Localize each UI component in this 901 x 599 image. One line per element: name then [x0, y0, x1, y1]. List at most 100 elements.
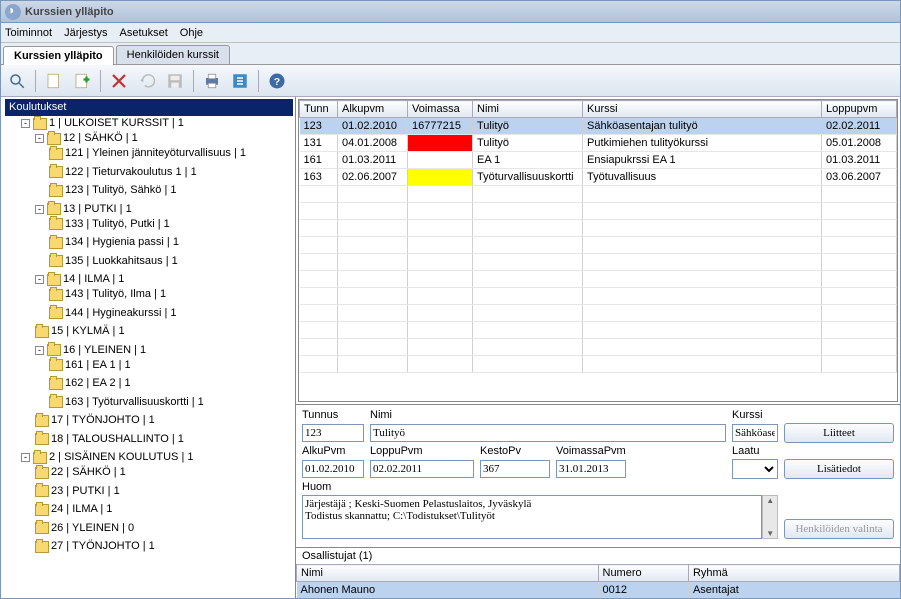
tree-item[interactable]: - 13 | PUTKI | 1	[33, 202, 134, 217]
menu-jarjestys[interactable]: Järjestys	[64, 27, 107, 39]
tree-item[interactable]: 15 | KYLMÄ | 1	[33, 324, 127, 339]
tree-item[interactable]: 143 | Tulityö, Ilma | 1	[47, 287, 168, 302]
expander-icon[interactable]: -	[35, 205, 44, 214]
help-icon[interactable]: ?	[265, 69, 289, 93]
textarea-scrollbar[interactable]: ▲▼	[762, 495, 778, 539]
folder-icon	[49, 148, 63, 160]
save-icon[interactable]	[163, 69, 187, 93]
tree-view[interactable]: Koulutukset -1 | ULKOISET KURSSIT | 1-12…	[1, 97, 296, 598]
grid-col-kurssi[interactable]: Kurssi	[583, 101, 822, 118]
grid-col-loppupvm[interactable]: Loppupvm	[822, 101, 897, 118]
table-row[interactable]	[300, 288, 897, 305]
input-loppu[interactable]	[370, 460, 474, 478]
print-icon[interactable]	[200, 69, 224, 93]
expander-icon[interactable]: -	[35, 275, 44, 284]
grid-col-alkupvm[interactable]: Alkupvm	[338, 101, 408, 118]
tree-item[interactable]: 161 | EA 1 | 1	[47, 358, 133, 373]
part-col-nimi[interactable]: Nimi	[297, 565, 599, 582]
course-grid[interactable]: TunnAlkupvmVoimassaNimiKurssiLoppupvm 12…	[298, 99, 898, 402]
table-row[interactable]: 16302.06.2007TyöturvallisuuskorttiTyötuv…	[300, 169, 897, 186]
grid-col-tunn[interactable]: Tunn	[300, 101, 338, 118]
tree-item-label: 12 | SÄHKÖ | 1	[63, 131, 138, 146]
tree-item[interactable]: 26 | YLEINEN | 0	[33, 521, 136, 536]
tree-item-label: 133 | Tulityö, Putki | 1	[65, 217, 170, 232]
tab-kurssien-yllapito[interactable]: Kurssien ylläpito	[3, 46, 114, 65]
tree-item[interactable]: -14 | ILMA | 1	[33, 272, 126, 287]
tree-item[interactable]: 18 | TALOUSHALLINTO | 1	[33, 432, 186, 447]
grid-col-nimi[interactable]: Nimi	[473, 101, 583, 118]
table-row[interactable]	[300, 305, 897, 322]
search-icon[interactable]	[5, 69, 29, 93]
table-row[interactable]	[300, 237, 897, 254]
tree-item-label: 162 | EA 2 | 1	[65, 376, 131, 391]
table-row[interactable]	[300, 186, 897, 203]
tree-item[interactable]: - 12 | SÄHKÖ | 1	[33, 131, 140, 146]
grid-col-voimassa[interactable]: Voimassa	[408, 101, 473, 118]
tree-item[interactable]: 22 | SÄHKÖ | 1	[33, 465, 128, 480]
menu-toiminnot[interactable]: Toiminnot	[5, 27, 52, 39]
tree-item-label: 26 | YLEINEN | 0	[51, 521, 134, 536]
tree-item[interactable]: 121 | Yleinen jänniteyöturvallisuus | 1	[47, 146, 248, 161]
tree-item-label: 13 | PUTKI | 1	[63, 202, 132, 217]
table-row[interactable]	[300, 271, 897, 288]
tree-item[interactable]: 162 | EA 2 | 1	[47, 376, 133, 391]
tree-item[interactable]: 123 | Tulityö, Sähkö | 1	[47, 183, 179, 198]
input-tunnus[interactable]	[302, 424, 364, 442]
tab-strip: Kurssien ylläpito Henkilöiden kurssit	[1, 43, 900, 65]
tree-item[interactable]: -1 | ULKOISET KURSSIT | 1	[19, 116, 186, 131]
input-alku[interactable]	[302, 460, 364, 478]
label-kurssi: Kurssi	[732, 409, 778, 421]
tree-item[interactable]: 24 | ILMA | 1	[33, 502, 114, 517]
input-kesto[interactable]	[480, 460, 550, 478]
tree-item[interactable]: 23 | PUTKI | 1	[33, 484, 122, 499]
tree-item-label: 134 | Hygienia passi | 1	[65, 235, 179, 250]
textarea-huom[interactable]	[302, 495, 762, 539]
menu-ohje[interactable]: Ohje	[180, 27, 203, 39]
select-laatu[interactable]	[732, 459, 778, 479]
label-tunnus: Tunnus	[302, 409, 364, 421]
tree-item[interactable]: 27 | TYÖNJOHTO | 1	[33, 539, 157, 554]
lisatiedot-button[interactable]: Lisätiedot	[784, 459, 894, 479]
export-icon[interactable]	[228, 69, 252, 93]
delete-icon[interactable]	[107, 69, 131, 93]
input-nimi[interactable]	[370, 424, 726, 442]
tree-item-label: 135 | Luokkahitsaus | 1	[65, 254, 178, 269]
table-row[interactable]: 13104.01.2008TulityöPutkimiehen tulityök…	[300, 135, 897, 152]
table-row[interactable]	[300, 322, 897, 339]
tree-item[interactable]: 163 | Työturvallisuuskortti | 1	[47, 395, 206, 410]
part-col-ryhma[interactable]: Ryhmä	[688, 565, 899, 582]
tree-item[interactable]: 135 | Luokkahitsaus | 1	[47, 254, 180, 269]
henkiloiden-valinta-button[interactable]: Henkilöiden valinta	[784, 519, 894, 539]
expander-icon[interactable]: -	[35, 134, 44, 143]
table-row[interactable]: 12301.02.201016777215TulityöSähköasentaj…	[300, 118, 897, 135]
participant-row[interactable]: Ahonen Mauno 0012 Asentajat	[297, 582, 900, 599]
undo-icon[interactable]	[135, 69, 159, 93]
input-voimassa[interactable]	[556, 460, 626, 478]
table-row[interactable]	[300, 356, 897, 373]
tree-item-label: 16 | YLEINEN | 1	[63, 343, 146, 358]
menu-asetukset[interactable]: Asetukset	[119, 27, 167, 39]
tree-item[interactable]: 133 | Tulityö, Putki | 1	[47, 217, 172, 232]
part-col-numero[interactable]: Numero	[598, 565, 688, 582]
table-row[interactable]: 16101.03.2011EA 1Ensiapukrssi EA 101.03.…	[300, 152, 897, 169]
table-row[interactable]	[300, 203, 897, 220]
expander-icon[interactable]: -	[21, 119, 30, 128]
new-icon[interactable]	[42, 69, 66, 93]
table-row[interactable]	[300, 220, 897, 237]
tree-item[interactable]: -2 | SISÄINEN KOULUTUS | 1	[19, 450, 195, 465]
table-row[interactable]	[300, 254, 897, 271]
table-row[interactable]	[300, 339, 897, 356]
liitteet-button[interactable]: Liitteet	[784, 423, 894, 443]
add-icon[interactable]	[70, 69, 94, 93]
tree-item[interactable]: - 16 | YLEINEN | 1	[33, 343, 148, 358]
tree-item[interactable]: 17 | TYÖNJOHTO | 1	[33, 413, 157, 428]
tree-root[interactable]: Koulutukset	[5, 99, 293, 116]
expander-icon[interactable]: -	[21, 453, 30, 462]
tree-item[interactable]: 134 | Hygienia passi | 1	[47, 235, 181, 250]
expander-icon[interactable]: -	[35, 346, 44, 355]
tree-item[interactable]: 144 | Hygineakurssi | 1	[47, 306, 179, 321]
input-kurssi[interactable]	[732, 424, 778, 442]
tree-item[interactable]: 122 | Tieturvakoulutus 1 | 1	[47, 165, 199, 180]
tab-henkiloiden-kurssit[interactable]: Henkilöiden kurssit	[116, 45, 230, 64]
tree-item-label: 143 | Tulityö, Ilma | 1	[65, 287, 166, 302]
